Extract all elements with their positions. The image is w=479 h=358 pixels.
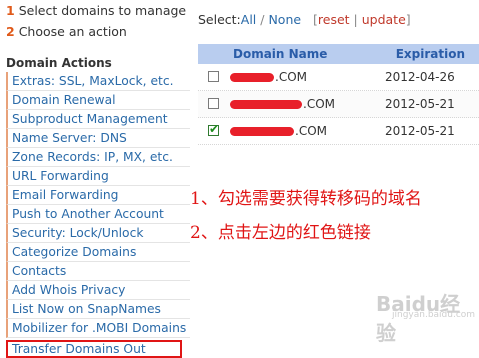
- expiration-cell: 2012-05-21: [385, 124, 455, 138]
- action-subproduct-management-link[interactable]: Subproduct Management: [6, 110, 190, 129]
- step-1: 1 Select domains to manage: [6, 0, 186, 21]
- reset-link[interactable]: reset: [318, 12, 350, 27]
- action-extras-link[interactable]: Extras: SSL, MaxLock, etc.: [6, 72, 190, 91]
- select-all-link[interactable]: All: [241, 12, 257, 27]
- select-none-link[interactable]: None: [268, 12, 301, 27]
- redaction-mark: [230, 127, 294, 136]
- step-2: 2 Choose an action: [6, 21, 186, 42]
- action-mobilizer-link[interactable]: Mobilizer for .MOBI Domains: [6, 319, 190, 338]
- update-link[interactable]: update: [362, 12, 406, 27]
- domain-name-cell: .COM: [230, 70, 307, 84]
- action-email-forwarding-link[interactable]: Email Forwarding: [6, 186, 190, 205]
- expiration-cell: 2012-05-21: [385, 97, 455, 111]
- row-checkbox[interactable]: [208, 122, 219, 136]
- pipe-separator: |: [349, 12, 362, 27]
- domain-name-cell: .COM: [230, 97, 335, 111]
- table-header: Domain Name Expiration: [198, 44, 479, 64]
- bracket-close: ]: [405, 12, 411, 27]
- table-row: .COM 2012-05-21: [198, 91, 479, 118]
- select-bar: Select:All / None [reset | update]: [198, 12, 411, 27]
- expiration-cell: 2012-04-26: [385, 70, 455, 84]
- steps-panel: 1 Select domains to manage 2 Choose an act…: [6, 0, 186, 42]
- action-zone-records-link[interactable]: Zone Records: IP, MX, etc.: [6, 148, 190, 167]
- action-whois-privacy-link[interactable]: Add Whois Privacy: [6, 281, 190, 300]
- table-row: .COM 2012-05-21: [198, 118, 479, 145]
- action-url-forwarding-link[interactable]: URL Forwarding: [6, 167, 190, 186]
- action-name-server-link[interactable]: Name Server: DNS: [6, 129, 190, 148]
- domain-name-cell: .COM: [230, 124, 327, 138]
- step-number: 2: [6, 24, 15, 39]
- action-domain-renewal-link[interactable]: Domain Renewal: [6, 91, 190, 110]
- row-checkbox[interactable]: [208, 71, 219, 82]
- watermark-url: jingyan.baidu.com: [392, 310, 476, 320]
- domain-suffix: .COM: [295, 124, 327, 138]
- annotation-step-2: 2、点击左边的红色链接: [190, 223, 371, 243]
- step-number: 1: [6, 3, 15, 18]
- domain-actions-list: Extras: SSL, MaxLock, etc. Domain Renewa…: [6, 72, 190, 358]
- action-categorize-domains-link[interactable]: Categorize Domains: [6, 243, 190, 262]
- domain-table: Domain Name Expiration .COM 2012-04-26 .…: [198, 44, 479, 145]
- action-push-account-link[interactable]: Push to Another Account: [6, 205, 190, 224]
- table-row: .COM 2012-04-26: [198, 64, 479, 91]
- domain-suffix: .COM: [303, 97, 335, 111]
- step-label: Choose an action: [18, 24, 127, 39]
- domain-suffix: .COM: [275, 70, 307, 84]
- action-security-lock-link[interactable]: Security: Lock/Unlock: [6, 224, 190, 243]
- column-expiration[interactable]: Expiration: [396, 47, 465, 61]
- select-label: Select:: [198, 12, 241, 27]
- action-contacts-link[interactable]: Contacts: [6, 262, 190, 281]
- action-snapnames-link[interactable]: List Now on SnapNames: [6, 300, 190, 319]
- redaction-mark: [230, 100, 302, 109]
- redaction-mark: [230, 73, 274, 82]
- annotation-step-1: 1、勾选需要获得转移码的域名: [190, 189, 422, 209]
- domain-actions-title: Domain Actions: [6, 56, 112, 70]
- step-label: Select domains to manage: [18, 3, 187, 18]
- row-checkbox[interactable]: [208, 98, 219, 109]
- column-domain-name[interactable]: Domain Name: [233, 47, 327, 61]
- select-slash: /: [256, 12, 269, 27]
- action-transfer-domains-out-link[interactable]: Transfer Domains Out: [6, 340, 182, 358]
